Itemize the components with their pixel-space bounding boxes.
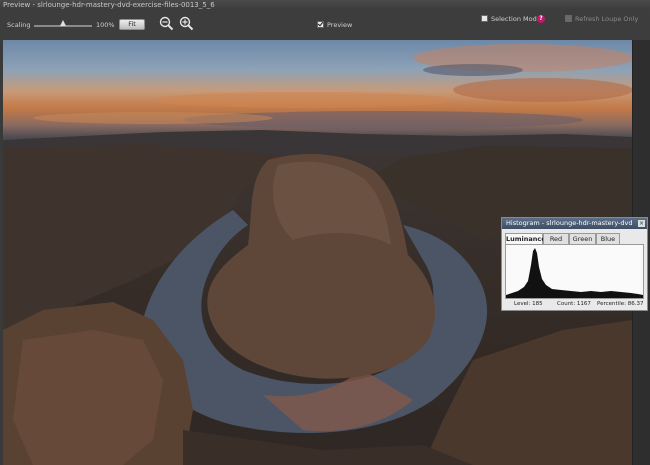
selection-mode-checkbox[interactable] bbox=[481, 15, 488, 22]
preview-label: Preview bbox=[327, 21, 353, 29]
refresh-loupe-label: Refresh Loupe Only bbox=[575, 15, 639, 23]
zoom-in-icon[interactable] bbox=[179, 16, 194, 31]
scaling-value: 100% bbox=[96, 21, 115, 29]
histogram-title[interactable]: Histogram - slrlounge-hdr-mastery-dvd × bbox=[502, 218, 647, 229]
help-icon[interactable]: ? bbox=[537, 15, 545, 23]
histogram-level: Level: 185 bbox=[514, 301, 543, 307]
histogram-count: Count: 1167 bbox=[557, 301, 591, 307]
tab-green[interactable]: Green bbox=[569, 233, 596, 244]
tab-luminance[interactable]: Luminance bbox=[505, 233, 546, 244]
histogram-panel: Histogram - slrlounge-hdr-mastery-dvd × … bbox=[501, 217, 648, 311]
selection-mode-label: Selection Mode bbox=[491, 15, 541, 23]
histogram-title-text: Histogram - slrlounge-hdr-mastery-dvd bbox=[506, 219, 633, 227]
scaling-slider-thumb[interactable] bbox=[60, 20, 66, 26]
scaling-label: Scaling bbox=[7, 21, 31, 29]
histogram-percentile: Percentile: 86.37 bbox=[597, 301, 644, 307]
toolbar: Scaling 100% Fit Preview Selection Mode … bbox=[0, 10, 650, 40]
refresh-loupe-checkbox[interactable] bbox=[565, 15, 572, 22]
window-title: Preview - slrlounge-hdr-mastery-dvd-exer… bbox=[0, 0, 650, 10]
fit-button[interactable]: Fit bbox=[119, 19, 145, 30]
zoom-out-icon[interactable] bbox=[159, 16, 174, 31]
tab-blue[interactable]: Blue bbox=[596, 233, 620, 244]
histogram-curve bbox=[506, 248, 643, 298]
close-icon[interactable]: × bbox=[638, 220, 645, 227]
histogram-graph bbox=[505, 244, 644, 299]
preview-checkbox[interactable] bbox=[317, 21, 324, 28]
tab-red[interactable]: Red bbox=[543, 233, 569, 244]
